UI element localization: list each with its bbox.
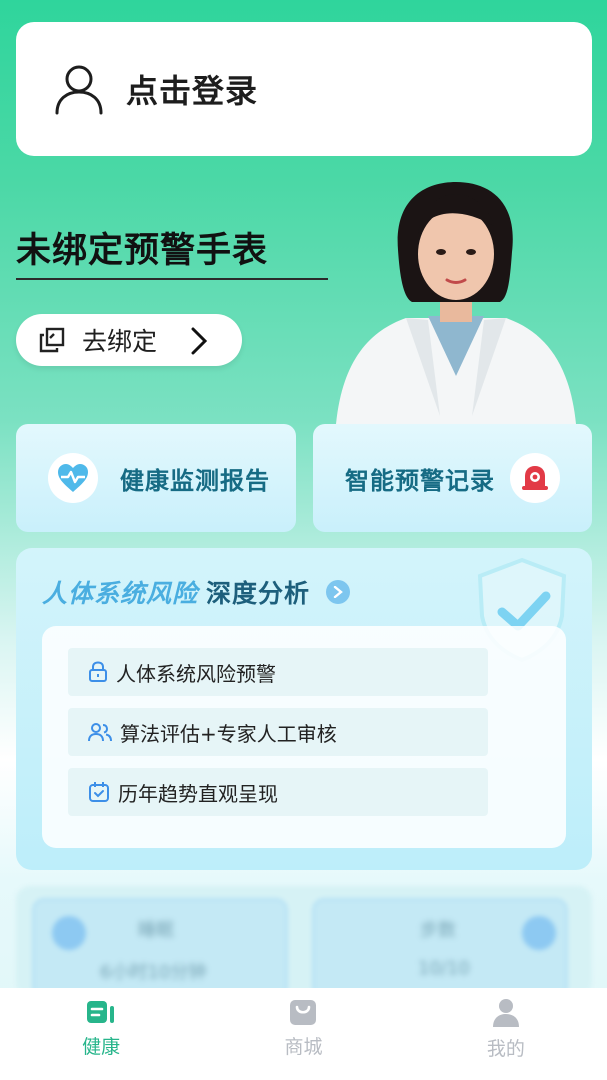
tab-health[interactable]: 健康 xyxy=(0,988,202,1080)
blurred-stats-area: 睡眠 6小时10分钟 步数 10/10 xyxy=(16,886,592,996)
feature-item-label: 历年趋势直观呈现 xyxy=(118,781,278,806)
doctor-illustration xyxy=(336,182,576,424)
shopping-bag-icon xyxy=(290,1000,317,1025)
login-label[interactable]: 点击登录 xyxy=(126,66,258,112)
tab-health-label: 健康 xyxy=(82,1036,121,1058)
heart-pulse-icon xyxy=(58,464,88,492)
feature-item-risk-warning: 人体系统风险预警 xyxy=(68,648,488,696)
login-card[interactable]: 点击登录 xyxy=(16,22,592,156)
lock-icon xyxy=(89,661,107,682)
title-underline xyxy=(16,278,328,280)
sleep-icon xyxy=(52,916,86,950)
steps-value: 10/10 xyxy=(418,958,470,979)
warning-record-label: 智能预警记录 xyxy=(345,466,495,495)
sleep-title: 睡眠 xyxy=(138,920,174,941)
user-outline-icon xyxy=(55,65,103,115)
analysis-feature-panel: 人体系统风险预警 算法评估+专家人工审核 历年趋势直观呈现 xyxy=(42,626,566,848)
tab-mine[interactable]: 我的 xyxy=(405,988,607,1080)
arrow-right-circle-icon[interactable] xyxy=(326,580,351,604)
bottom-tab-bar: 健康 商城 我的 xyxy=(0,988,607,1080)
copy-icon xyxy=(39,327,65,353)
analysis-heading: 人体系统风险 深度分析 xyxy=(42,574,351,610)
profile-icon xyxy=(492,999,519,1027)
tab-mall-label: 商城 xyxy=(284,1036,323,1058)
steps-title: 步数 xyxy=(420,920,456,941)
feature-item-expert-review: 算法评估+专家人工审核 xyxy=(68,708,488,756)
health-report-icon xyxy=(87,1001,115,1023)
calendar-check-icon xyxy=(89,782,109,802)
feature-item-trend: 历年趋势直观呈现 xyxy=(68,768,488,816)
unbound-watch-title: 未绑定预警手表 xyxy=(16,231,269,271)
health-report-label: 健康监测报告 xyxy=(120,466,270,495)
tab-mall[interactable]: 商城 xyxy=(202,988,404,1080)
feature-item-label: 算法评估+专家人工审核 xyxy=(120,721,337,746)
feature-item-label: 人体系统风险预警 xyxy=(116,661,276,686)
health-report-card[interactable]: 健康监测报告 xyxy=(16,424,296,532)
steps-icon xyxy=(522,916,556,950)
sleep-value: 6小时10分钟 xyxy=(100,962,207,983)
chevron-right-icon xyxy=(191,327,208,355)
alarm-bell-icon-wrap xyxy=(510,453,560,503)
warning-record-card[interactable]: 智能预警记录 xyxy=(313,424,592,532)
heart-pulse-icon-wrap xyxy=(48,453,98,503)
alarm-bell-icon xyxy=(522,466,548,490)
analysis-title-highlight: 人体系统风险 xyxy=(42,579,199,608)
bind-button-label[interactable]: 去绑定 xyxy=(82,322,157,358)
tab-mine-label: 我的 xyxy=(486,1038,525,1060)
users-icon xyxy=(88,723,112,742)
deep-analysis-card[interactable]: 人体系统风险 深度分析 人体系统风险预警 算法评估+专家人工审核 历年趋势直观呈… xyxy=(16,548,592,870)
bind-button[interactable]: 去绑定 xyxy=(16,314,242,366)
analysis-title-rest: 深度分析 xyxy=(206,579,311,608)
